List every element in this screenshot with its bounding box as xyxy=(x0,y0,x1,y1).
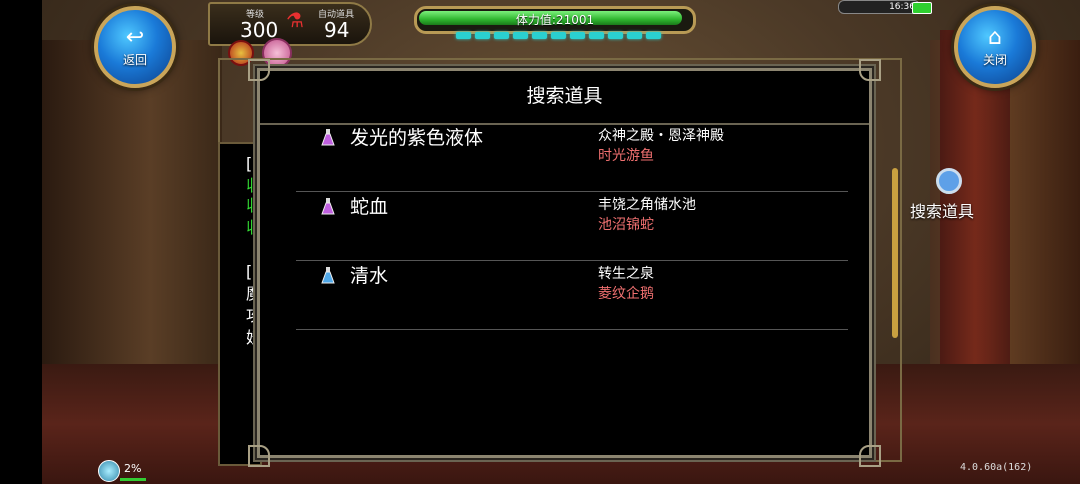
close-button[interactable]: ⌂ 关闭 xyxy=(954,6,1036,88)
back-button-label: 返回 xyxy=(122,52,147,67)
message-log: [収収収[魔攻妖 xyxy=(218,142,262,466)
item-row[interactable]: 清水 转生之泉菱纹企鹅 xyxy=(296,261,848,330)
battery-icon xyxy=(912,2,932,14)
energy-pip xyxy=(532,32,547,39)
item-row[interactable]: 蛇血 丰饶之角储水池 池沼锦蛇 xyxy=(296,192,848,261)
energy-pip xyxy=(608,32,623,39)
frame-corner xyxy=(248,445,270,467)
item-row[interactable]: 发光的紫色液体 众神之殿・恩泽神殿 时光游鱼 xyxy=(296,123,848,192)
energy-pip xyxy=(589,32,604,39)
item-name: 发光的紫色液体 xyxy=(350,127,484,149)
item-location: 转生之泉 xyxy=(598,266,654,282)
item-monster: 时光游鱼 xyxy=(598,148,654,164)
energy-pips xyxy=(456,32,661,39)
version-text: 4.0.60a(162) xyxy=(960,462,1033,473)
potion-icon xyxy=(321,267,335,284)
network-icon xyxy=(98,460,120,482)
potion-icon xyxy=(321,129,335,146)
item-name: 清水 xyxy=(350,265,389,287)
energy-pip xyxy=(513,32,528,39)
home-icon: ⌂ xyxy=(988,24,1002,50)
frame-corner xyxy=(859,445,881,467)
search-item-label: 搜索道具 xyxy=(910,202,975,221)
energy-pip xyxy=(494,32,509,39)
energy-pip xyxy=(475,32,490,39)
item-monster: 池沼锦蛇 xyxy=(598,217,654,233)
auto-item-value: 94 xyxy=(324,18,350,42)
magnifier-icon xyxy=(936,168,962,194)
back-button[interactable]: ↩ 返回 xyxy=(94,6,176,88)
item-location: 丰饶之角储水池 xyxy=(598,197,696,213)
energy-pip xyxy=(627,32,642,39)
network-percent: 2% xyxy=(124,462,142,475)
energy-pip xyxy=(456,32,471,39)
dialog-title: 搜索道具 xyxy=(526,85,603,107)
frame-corner xyxy=(859,59,881,81)
close-button-label: 关闭 xyxy=(982,52,1007,67)
energy-pip xyxy=(570,32,585,39)
curtain xyxy=(940,30,1010,420)
item-monster: 菱纹企鹅 xyxy=(598,286,654,302)
frame-corner xyxy=(248,59,270,81)
potion-icon xyxy=(321,198,335,215)
clock: 16:36 xyxy=(838,0,920,14)
item-name: 蛇血 xyxy=(350,196,389,218)
back-arrow-icon: ↩ xyxy=(125,24,145,50)
stamina-text: 体力值:21001 xyxy=(515,13,595,27)
energy-pip xyxy=(646,32,661,39)
network-bar xyxy=(120,478,146,481)
search-item-shortcut[interactable]: 搜索道具 xyxy=(910,168,1006,222)
item-list: 发光的紫色液体 众神之殿・恩泽神殿 时光游鱼蛇血 丰饶之角储水池 池沼锦蛇清水 转生之泉菱… xyxy=(296,123,848,330)
stamina-bar: 体力值:21001 xyxy=(414,6,696,34)
search-item-dialog: 搜索道具 发光的紫色液体 众神之殿・恩泽神殿 时光游鱼蛇血 丰饶之角储水池 池沼锦蛇清水… xyxy=(248,59,881,467)
player-status: 等级 300 ⚗ 自动道具 94 xyxy=(208,2,372,46)
energy-pip xyxy=(551,32,566,39)
scrollbar[interactable] xyxy=(892,168,898,338)
item-location: 众神之殿・恩泽神殿 xyxy=(598,128,724,144)
potion-flask-icon: ⚗ xyxy=(286,8,304,32)
